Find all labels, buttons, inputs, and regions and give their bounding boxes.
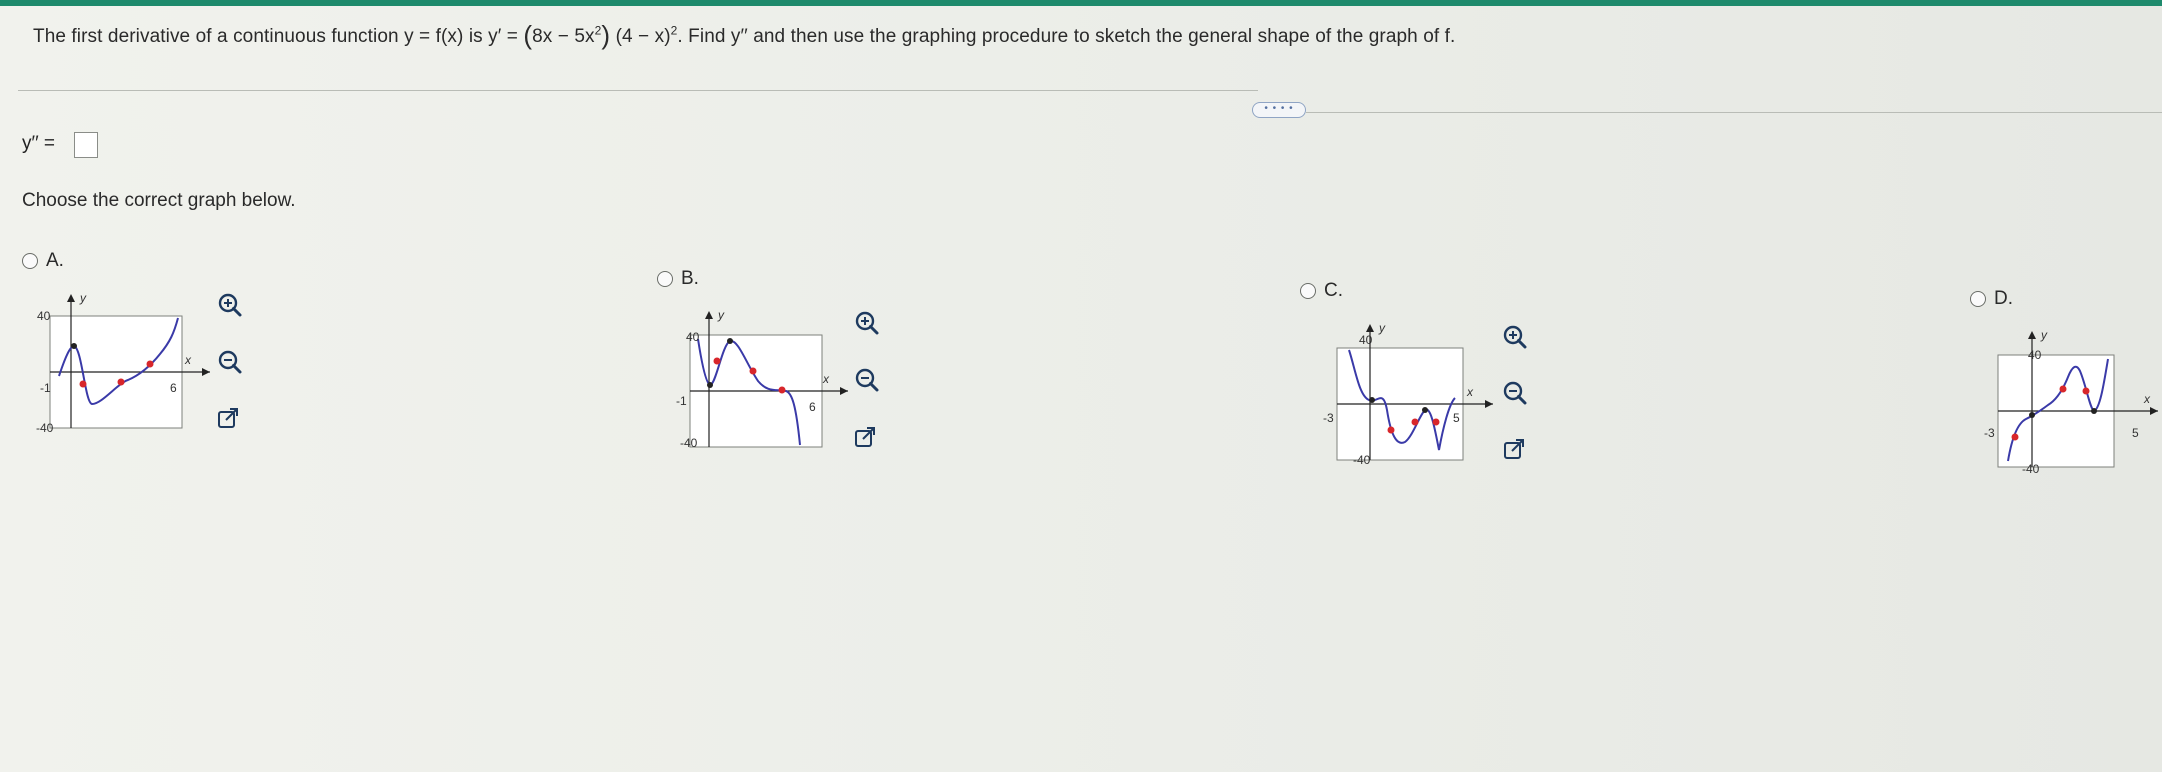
question-factor1: 8x − 5x [532, 26, 595, 47]
graph-c-xmin-label: -3 [1323, 411, 1334, 425]
graph-a-xmax-label: 6 [170, 381, 177, 395]
zoom-out-icon [218, 350, 242, 374]
graph-b-ymax-label: 40 [686, 330, 700, 344]
question-intro: The first derivative of a continuous fun… [33, 26, 524, 47]
option-letter-b: B. [681, 268, 699, 289]
radio-button-a[interactable] [22, 253, 38, 269]
option-letter-d: D. [1994, 288, 2013, 309]
zoom-in-icon [218, 293, 242, 317]
answer-input[interactable] [74, 132, 98, 158]
radio-button-b[interactable] [657, 271, 673, 287]
zoom-in-icon [1503, 325, 1527, 349]
graph-b-xmin-label: -1 [676, 394, 687, 408]
open-new-window-icon [855, 427, 875, 447]
zoom-in-button-b[interactable] [852, 308, 882, 338]
instruction-text: Choose the correct graph below. [22, 190, 296, 211]
graph-a-x-axis-label: x [184, 353, 192, 367]
question-text: The first derivative of a continuous fun… [33, 20, 1456, 50]
graph-c-x-axis-label: x [1466, 385, 1474, 399]
open-new-window-button-b[interactable] [850, 422, 880, 452]
zoom-in-button-a[interactable] [215, 290, 245, 320]
top-accent-bar [0, 0, 2162, 6]
graph-c-ymin-label: -40 [1353, 453, 1371, 467]
zoom-out-button-a[interactable] [215, 347, 245, 377]
graph-b-y-axis-label: y [717, 308, 725, 322]
graph-d-ymax-label: 40 [2028, 348, 2042, 362]
option-letter-c: C. [1324, 280, 1343, 301]
zoom-out-icon [1503, 381, 1527, 405]
option-d[interactable]: D. [1970, 288, 2013, 310]
option-b[interactable]: B. [657, 268, 699, 290]
graph-c-ymax-label: 40 [1359, 333, 1373, 347]
graph-a-svg: 40 -40 -1 6 x y [36, 291, 210, 435]
graph-a-y-axis-label: y [79, 291, 87, 305]
zoom-out-button-b[interactable] [852, 365, 882, 395]
graph-a-ymin-label: -40 [36, 421, 54, 435]
graph-b-x-axis-label: x [822, 372, 830, 386]
divider [18, 90, 1258, 91]
zoom-in-icon [855, 311, 879, 335]
graph-option-d: 40 -40 -3 5 x y [1972, 325, 2162, 480]
graph-b-ymin-label: -40 [680, 436, 698, 450]
graph-d-y-axis-label: y [2040, 328, 2048, 342]
zoom-in-button-c[interactable] [1500, 322, 1530, 352]
open-new-window-button-c[interactable] [1499, 434, 1529, 464]
graph-option-b: 40 -40 -1 6 x y [668, 305, 868, 460]
question-factor2: (4 − x) [615, 26, 671, 47]
radio-button-c[interactable] [1300, 283, 1316, 299]
graph-a-xmin-label: -1 [40, 381, 51, 395]
option-c[interactable]: C. [1300, 280, 1343, 302]
graph-option-a: 40 -40 -1 6 x y [30, 288, 230, 443]
option-a[interactable]: A. [22, 250, 64, 272]
graph-option-c: 40 -40 -3 5 x y [1315, 318, 1515, 473]
divider [1306, 112, 2162, 113]
open-new-window-icon [218, 408, 238, 428]
graph-a-ymax-label: 40 [37, 309, 51, 323]
radio-button-d[interactable] [1970, 291, 1986, 307]
graph-b-xmax-label: 6 [809, 400, 816, 414]
graph-b-svg: 40 -40 -1 6 x y [676, 308, 848, 450]
zoom-out-icon [855, 368, 879, 392]
zoom-out-button-c[interactable] [1500, 378, 1530, 408]
graph-d-svg: 40 -40 -3 5 x y [1984, 328, 2158, 476]
graph-c-svg: 40 -40 -3 5 x y [1323, 321, 1493, 467]
graph-d-xmin-label: -3 [1984, 426, 1995, 440]
answer-label: y′′ = [22, 133, 55, 154]
open-new-window-icon [1504, 439, 1524, 459]
open-new-window-button-a[interactable] [213, 403, 243, 433]
graph-d-ymin-label: -40 [2022, 462, 2040, 475]
expand-more-button[interactable]: • • • • [1252, 102, 1306, 118]
graph-c-xmax-label: 5 [1453, 411, 1460, 425]
question-tail: . Find y′′ and then use the graphing pro… [677, 26, 1456, 47]
graph-d-x-axis-label: x [2143, 392, 2151, 406]
graph-d-xmax-label: 5 [2132, 426, 2139, 440]
graph-c-y-axis-label: y [1378, 321, 1386, 335]
option-letter-a: A. [46, 250, 64, 271]
